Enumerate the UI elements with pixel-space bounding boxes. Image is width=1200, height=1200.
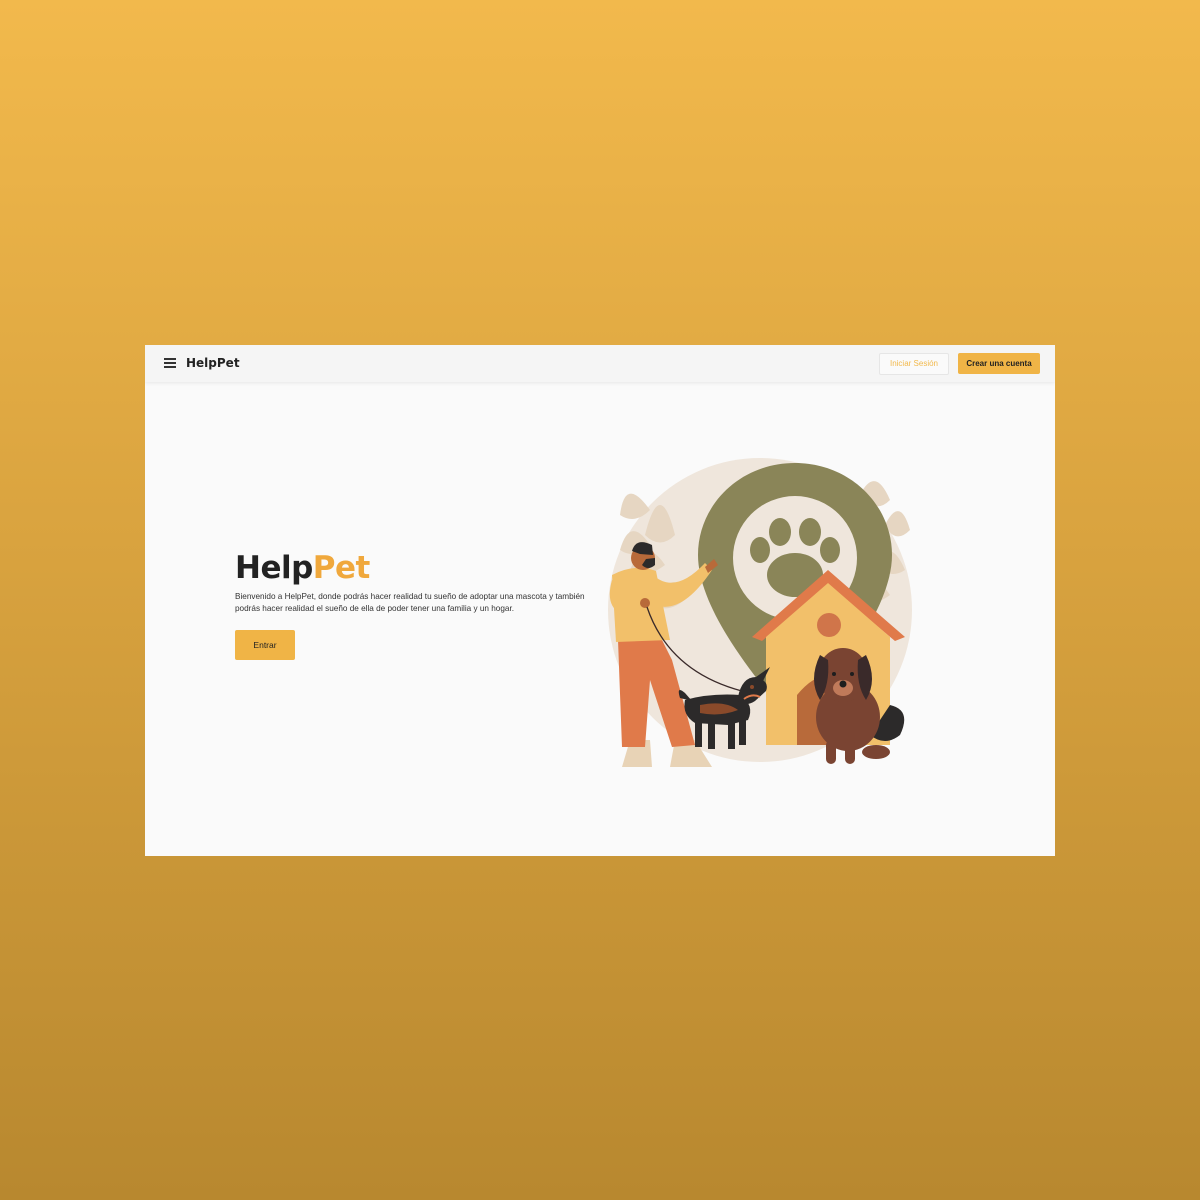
browser-window: HelpPet Iniciar Sesión Crear una cuenta … [145,345,1055,856]
hero-title: HelpPet [235,550,370,586]
hero-description: Bienvenido a HelpPet, donde podrás hacer… [235,592,585,613]
enter-button[interactable]: Entrar [235,630,295,660]
hero-title-help: Help [235,550,313,586]
login-button[interactable]: Iniciar Sesión [879,353,949,375]
menu-icon[interactable] [164,358,176,368]
pet-adoption-illustration [608,458,912,767]
hero-title-pet: Pet [312,550,371,586]
navbar: HelpPet Iniciar Sesión Crear una cuenta [145,345,1055,382]
signup-button[interactable]: Crear una cuenta [958,353,1040,374]
brand-name[interactable]: HelpPet [186,356,240,370]
